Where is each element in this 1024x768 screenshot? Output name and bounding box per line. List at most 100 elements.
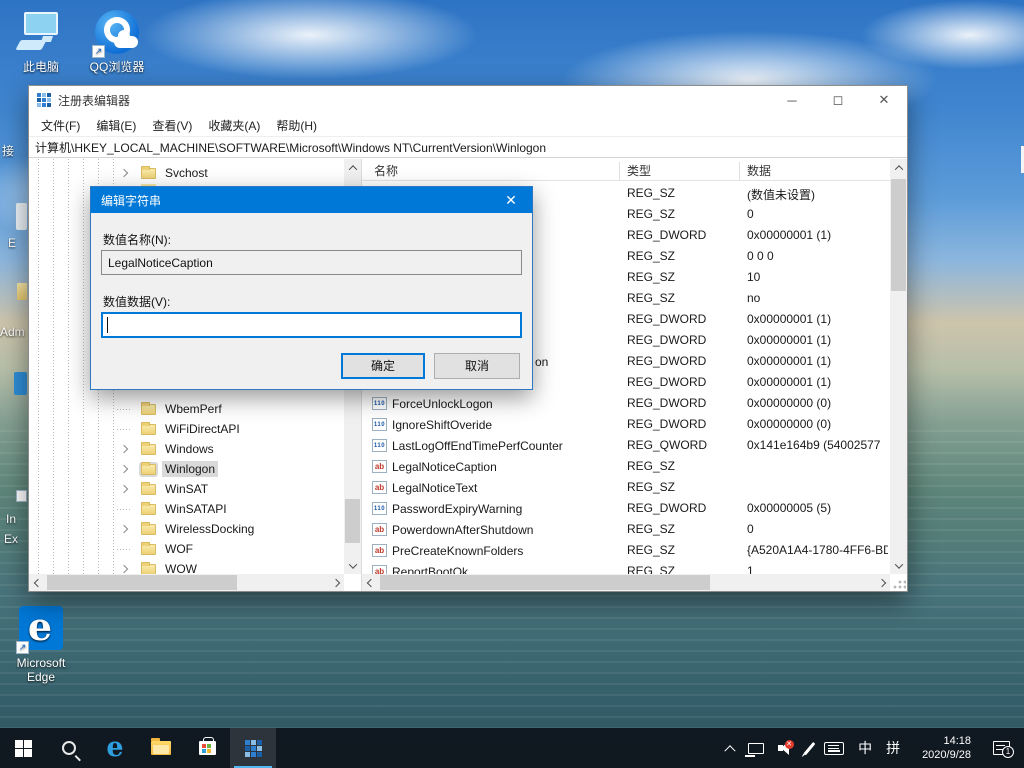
menu-item-0[interactable]: 文件(F)	[33, 117, 88, 134]
tree-item-wifidirectapi[interactable]: WiFiDirectAPI	[29, 419, 329, 439]
close-button[interactable]: ✕	[861, 86, 907, 114]
value-type-cell: REG_QWORD	[627, 438, 707, 452]
value-type-cell: REG_DWORD	[627, 228, 706, 242]
start-button[interactable]	[0, 728, 46, 768]
desktop-icon-this-pc[interactable]: 此电脑	[2, 10, 80, 74]
tree-item-winsat[interactable]: WinSAT	[29, 479, 329, 499]
value-row-precreateknownfolders[interactable]: abPreCreateKnownFoldersREG_SZ{A520A1A4-1…	[362, 540, 890, 561]
value-data-input[interactable]	[101, 312, 522, 338]
value-row-ignoreshiftoveride[interactable]: 110IgnoreShiftOverideREG_DWORD0x00000000…	[362, 414, 890, 435]
scrollbar-thumb[interactable]	[47, 575, 237, 590]
ok-button[interactable]: 确定	[341, 353, 425, 379]
dialog-title-bar[interactable]: 编辑字符串 ✕	[91, 187, 532, 213]
window-resize-grip[interactable]	[892, 576, 906, 590]
cancel-button[interactable]: 取消	[434, 353, 520, 379]
column-header-name[interactable]: 名称	[374, 162, 398, 179]
tree-item-label: WirelessDocking	[162, 521, 257, 537]
value-type-cell: REG_DWORD	[627, 417, 706, 431]
value-type-cell: REG_SZ	[627, 543, 675, 557]
tree-item-winlogon[interactable]: Winlogon	[29, 459, 329, 479]
tray-network-button[interactable]	[741, 728, 771, 768]
list-horizontal-scrollbar[interactable]	[362, 574, 890, 591]
expand-arrow-icon[interactable]	[120, 465, 128, 473]
desktop-icon-qq-browser[interactable]: ↗ QQ浏览器	[78, 10, 156, 74]
value-row-legalnoticecaption[interactable]: abLegalNoticeCaptionREG_SZ	[362, 456, 890, 477]
value-type-cell: REG_SZ	[627, 459, 675, 473]
taskbar-regedit-button[interactable]	[230, 728, 276, 768]
taskbar-file-explorer-button[interactable]	[138, 728, 184, 768]
value-type-cell: REG_SZ	[627, 480, 675, 494]
desktop-icon-microsoft-edge[interactable]: e ↗ Microsoft Edge	[2, 606, 80, 684]
scroll-right-arrow[interactable]	[327, 574, 344, 591]
scroll-up-arrow[interactable]	[344, 159, 361, 176]
expand-arrow-icon[interactable]	[120, 565, 128, 573]
tree-horizontal-scrollbar[interactable]	[29, 574, 344, 591]
expand-arrow-icon[interactable]	[120, 525, 128, 533]
cloud-shape	[140, 0, 480, 80]
taskbar-edge-button[interactable]: e	[92, 728, 138, 768]
scroll-left-arrow[interactable]	[362, 574, 379, 591]
notification-icon: 1	[993, 741, 1010, 755]
value-type-cell: REG_SZ	[627, 249, 675, 263]
tree-item-label: WOF	[162, 541, 196, 557]
taskbar-clock[interactable]: 14:18 2020/9/28	[907, 728, 986, 768]
binary-value-icon: 110	[372, 439, 387, 452]
keyboard-icon	[824, 742, 844, 755]
tree-item-wirelessdocking[interactable]: WirelessDocking	[29, 519, 329, 539]
taskbar-search-button[interactable]	[46, 728, 92, 768]
value-name-field[interactable]: LegalNoticeCaption	[101, 250, 522, 275]
scrollbar-thumb[interactable]	[891, 179, 906, 291]
value-data-cell: 0x00000001 (1)	[747, 312, 888, 326]
maximize-button[interactable]: ◻	[815, 86, 861, 114]
scroll-down-arrow[interactable]	[344, 557, 361, 574]
tree-item-wof[interactable]: WOF	[29, 539, 329, 559]
value-row-legalnoticetext[interactable]: abLegalNoticeTextREG_SZ	[362, 477, 890, 498]
ime-language-button[interactable]: 中	[851, 728, 879, 768]
window-title: 注册表编辑器	[58, 92, 130, 109]
expand-arrow-icon[interactable]	[120, 169, 128, 177]
partial-desktop-icon-label: Adm	[0, 325, 28, 339]
scroll-right-arrow[interactable]	[873, 574, 890, 591]
scroll-left-arrow[interactable]	[29, 574, 46, 591]
tray-volume-button[interactable]: ✕	[771, 728, 801, 768]
tray-touch-keyboard-button[interactable]	[817, 728, 851, 768]
value-type-cell: REG_DWORD	[627, 354, 706, 368]
title-bar[interactable]: 注册表编辑器 ─ ◻ ✕	[29, 86, 907, 114]
tree-item-svchost[interactable]: Svchost	[29, 163, 329, 183]
taskbar-store-button[interactable]	[184, 728, 230, 768]
desktop-icon-label: QQ浏览器	[78, 60, 156, 74]
column-separator[interactable]	[619, 162, 620, 180]
scrollbar-thumb[interactable]	[345, 499, 360, 543]
menu-item-3[interactable]: 收藏夹(A)	[200, 117, 268, 134]
list-vertical-scrollbar[interactable]	[890, 159, 907, 574]
expand-arrow-icon[interactable]	[120, 485, 128, 493]
scrollbar-thumb[interactable]	[380, 575, 710, 590]
partial-desktop-icon-label: 接	[2, 142, 28, 159]
menu-item-1[interactable]: 编辑(E)	[88, 117, 144, 134]
value-row-forceunlocklogon[interactable]: 110ForceUnlockLogonREG_DWORD0x00000000 (…	[362, 393, 890, 414]
address-bar[interactable]: 计算机\HKEY_LOCAL_MACHINE\SOFTWARE\Microsof…	[29, 136, 907, 158]
tree-item-wbemperf[interactable]: WbemPerf	[29, 399, 329, 419]
value-row-powerdownaftershutdown[interactable]: abPowerdownAfterShutdownREG_SZ0	[362, 519, 890, 540]
ime-layout-button[interactable]: 拼	[879, 728, 907, 768]
column-separator[interactable]	[739, 162, 740, 180]
action-center-button[interactable]: 1	[986, 728, 1024, 768]
tree-item-winsatapi[interactable]: WinSATAPI	[29, 499, 329, 519]
tray-show-hidden-icons-button[interactable]	[719, 728, 741, 768]
minimize-button[interactable]: ─	[769, 86, 815, 114]
value-name-cell: 110IgnoreShiftOveride	[372, 414, 617, 435]
value-row-passwordexpirywarning[interactable]: 110PasswordExpiryWarningREG_DWORD0x00000…	[362, 498, 890, 519]
value-row-lastlogoffendtimeperfcounter[interactable]: 110LastLogOffEndTimePerfCounter REG_QWORD…	[362, 435, 890, 456]
tree-item-windows[interactable]: Windows	[29, 439, 329, 459]
value-type-cell: REG_DWORD	[627, 375, 706, 389]
column-header-data[interactable]: 数据	[747, 162, 771, 179]
menu-item-4[interactable]: 帮助(H)	[268, 117, 325, 134]
tray-pen-button[interactable]	[801, 728, 818, 768]
scroll-down-arrow[interactable]	[890, 557, 907, 574]
expand-arrow-icon[interactable]	[120, 445, 128, 453]
scroll-up-arrow[interactable]	[890, 159, 907, 176]
value-name-cell: 110LastLogOffEndTimePerfCounter	[372, 435, 617, 456]
column-header-type[interactable]: 类型	[627, 162, 651, 179]
dialog-close-button[interactable]: ✕	[490, 187, 532, 213]
menu-item-2[interactable]: 查看(V)	[144, 117, 200, 134]
